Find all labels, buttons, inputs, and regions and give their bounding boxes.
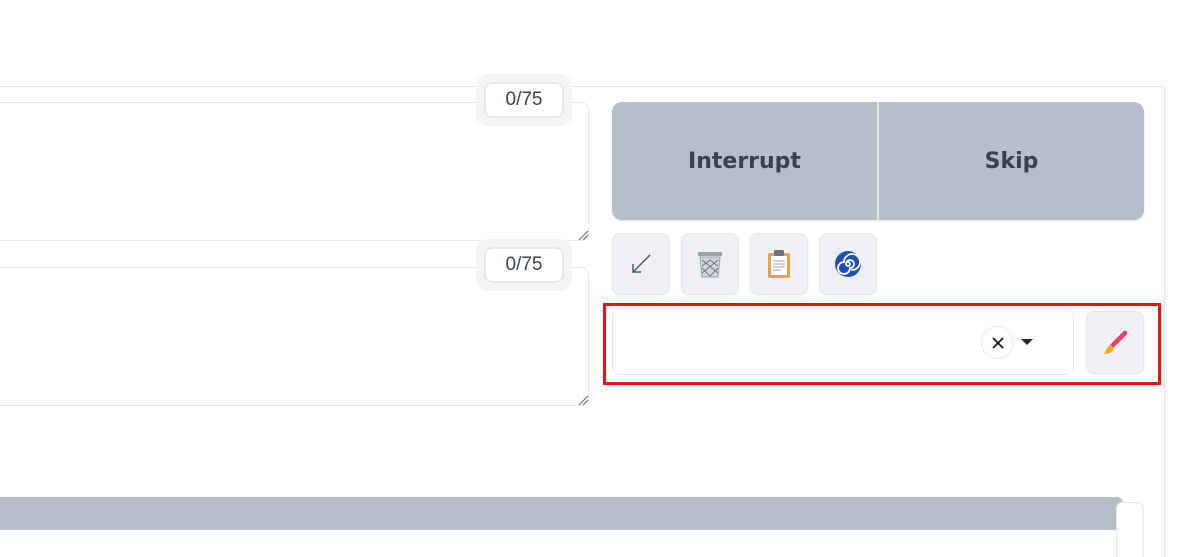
token-counter-value: 0/75 (484, 247, 564, 283)
negative-token-counter: 0/75 (476, 239, 572, 291)
chevron-down-icon[interactable] (1021, 339, 1033, 345)
apply-styles-button[interactable] (1086, 311, 1144, 374)
resize-grip-icon[interactable] (577, 229, 589, 241)
skip-button[interactable]: Skip (877, 102, 1144, 220)
styles-dropdown[interactable] (612, 308, 1074, 375)
close-icon (991, 336, 1004, 349)
side-card (1116, 502, 1144, 557)
clipboard-icon (768, 250, 790, 278)
read-params-button[interactable] (612, 233, 670, 295)
generation-controls: Interrupt Skip (612, 102, 1144, 220)
trash-bin-icon (698, 252, 722, 278)
resize-grip-icon[interactable] (577, 394, 589, 406)
tool-row (612, 233, 877, 295)
token-counter-value: 0/75 (484, 82, 564, 118)
clear-prompt-button[interactable] (681, 233, 739, 295)
txt2img-panel: 0/75 0/75 Interrupt Skip (0, 0, 1177, 557)
positive-token-counter: 0/75 (476, 74, 572, 126)
spiral-icon (835, 251, 861, 277)
arrow-down-left-icon (632, 254, 651, 273)
paste-button[interactable] (750, 233, 808, 295)
extra-networks-button[interactable] (819, 233, 877, 295)
paintbrush-icon (1104, 330, 1128, 354)
clear-styles-button[interactable] (981, 326, 1014, 359)
generate-bar[interactable] (0, 497, 1123, 530)
interrupt-button[interactable]: Interrupt (612, 102, 877, 220)
